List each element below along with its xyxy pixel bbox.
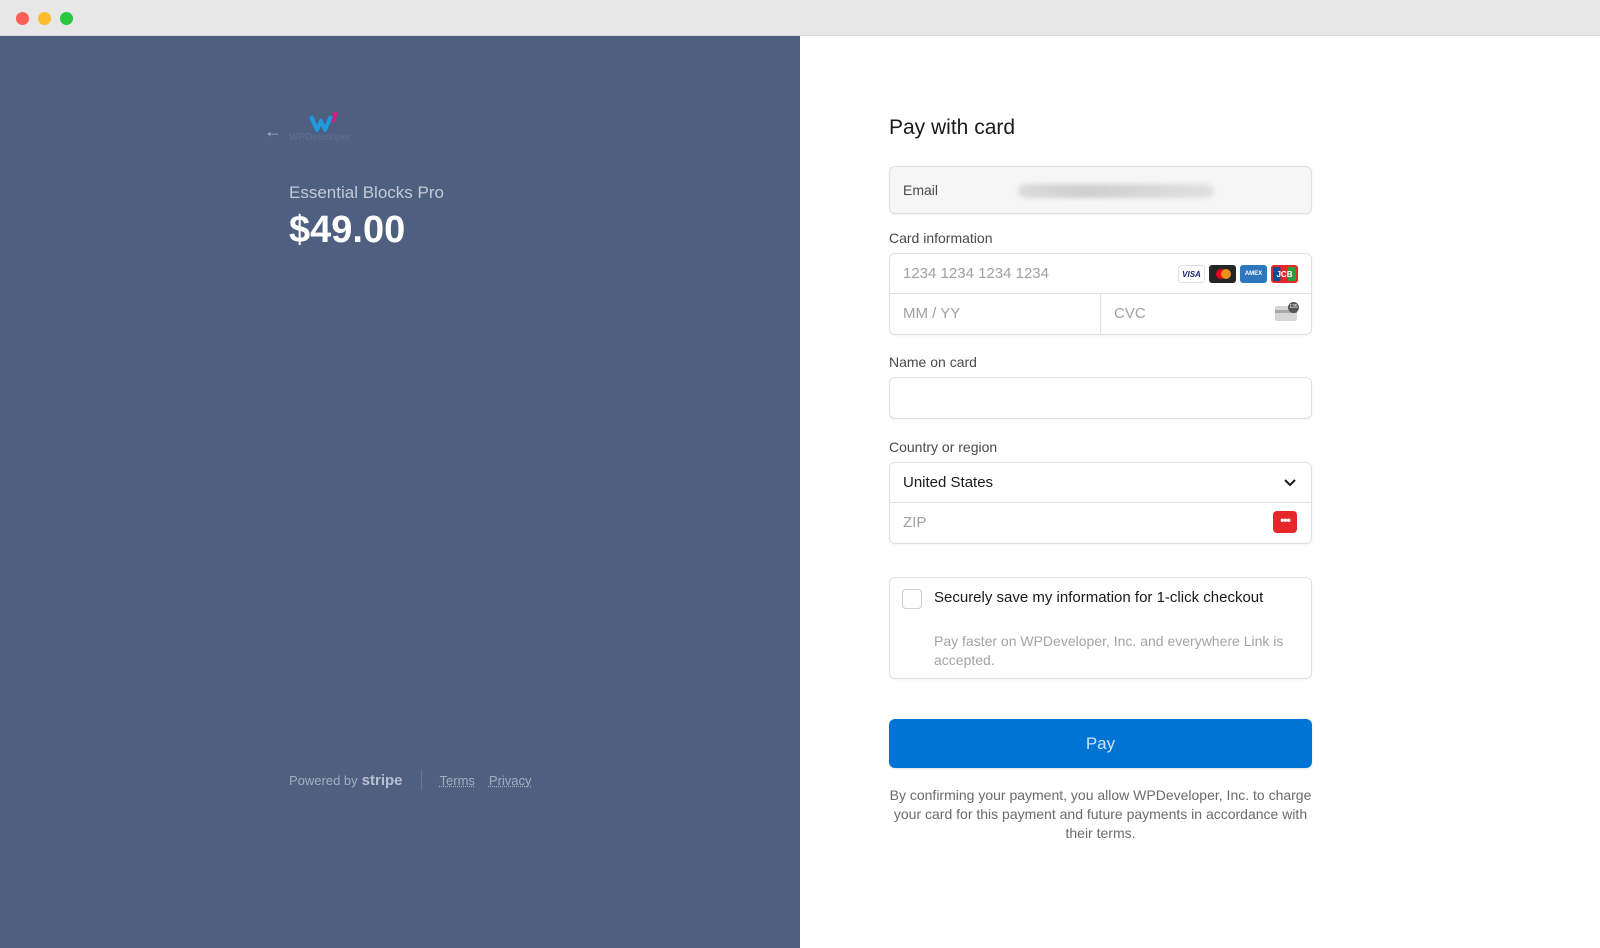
zip-input[interactable]: ZIP ••• <box>890 503 1311 543</box>
country-label: Country or region <box>889 439 998 455</box>
name-on-card-input[interactable] <box>889 377 1312 419</box>
card-cvc-input[interactable]: CVC 135 <box>1101 294 1311 334</box>
payment-terms-text: By confirming your payment, you allow WP… <box>889 787 1312 841</box>
save-info-title: Securely save my information for 1-click… <box>934 589 1264 606</box>
privacy-link[interactable]: Privacy <box>489 773 532 788</box>
email-field[interactable]: Email <box>889 166 1312 214</box>
cvc-badge-icon: 135 <box>1288 302 1299 313</box>
jcb-icon: JCB <box>1271 265 1298 283</box>
merchant-logo[interactable]: WPDeveloper <box>289 112 359 148</box>
title-bar <box>0 0 1600 36</box>
card-expiry-cvc-row: MM / YY CVC 135 <box>890 294 1311 334</box>
arrow-left-icon[interactable]: ← <box>264 122 282 140</box>
country-zip-group: United States ZIP ••• <box>889 462 1312 544</box>
terms-link[interactable]: Terms <box>440 773 475 788</box>
close-window-button[interactable] <box>16 12 29 25</box>
password-manager-icon[interactable]: ••• <box>1273 511 1297 533</box>
product-name: Essential Blocks Pro <box>289 183 444 202</box>
country-selected-value: United States <box>903 474 994 491</box>
card-info-label: Card information <box>889 230 993 246</box>
card-brands: VISA AMEX JCB <box>1178 265 1298 283</box>
name-on-card-label: Name on card <box>889 354 977 370</box>
minimize-window-button[interactable] <box>38 12 51 25</box>
form-title: Pay with card <box>889 116 1016 139</box>
stripe-logo[interactable]: stripe <box>362 772 403 789</box>
chevron-down-icon <box>1284 479 1296 487</box>
card-expiry-input[interactable]: MM / YY <box>890 294 1101 334</box>
country-select[interactable]: United States <box>890 463 1311 503</box>
zip-placeholder: ZIP <box>903 514 927 531</box>
mastercard-icon <box>1209 265 1236 283</box>
cvc-placeholder: CVC <box>1114 305 1146 322</box>
expiry-placeholder: MM / YY <box>903 305 961 322</box>
card-number-placeholder: 1234 1234 1234 1234 <box>903 265 1049 282</box>
save-info-checkbox[interactable] <box>902 589 922 609</box>
footer-divider <box>420 770 422 790</box>
browser-window: ← WPDeveloper Essential Blocks Pro $49.0… <box>0 0 1600 948</box>
visa-icon: VISA <box>1178 265 1205 283</box>
logo-text: WPDeveloper <box>289 132 351 143</box>
wpdeveloper-logo-icon <box>309 112 339 132</box>
save-info-description: Pay faster on WPDeveloper, Inc. and ever… <box>934 633 1284 668</box>
email-label: Email <box>903 182 939 198</box>
email-value-redacted <box>1018 184 1214 198</box>
maximize-window-button[interactable] <box>60 12 73 25</box>
save-info-box: Securely save my information for 1-click… <box>889 577 1312 679</box>
payment-panel: Pay with card Email Card information 123… <box>800 36 1600 948</box>
pay-button[interactable]: Pay <box>889 719 1312 768</box>
product-price: $49.00 <box>289 209 406 251</box>
card-info-group: 1234 1234 1234 1234 VISA AMEX JCB MM / Y… <box>889 253 1312 335</box>
amex-icon: AMEX <box>1240 265 1267 283</box>
checkout-footer: Powered by stripe Terms Privacy <box>289 770 546 790</box>
order-summary-panel: ← WPDeveloper Essential Blocks Pro $49.0… <box>0 36 800 948</box>
powered-by-label: Powered by <box>289 772 358 788</box>
card-number-input[interactable]: 1234 1234 1234 1234 VISA AMEX JCB <box>890 254 1311 294</box>
